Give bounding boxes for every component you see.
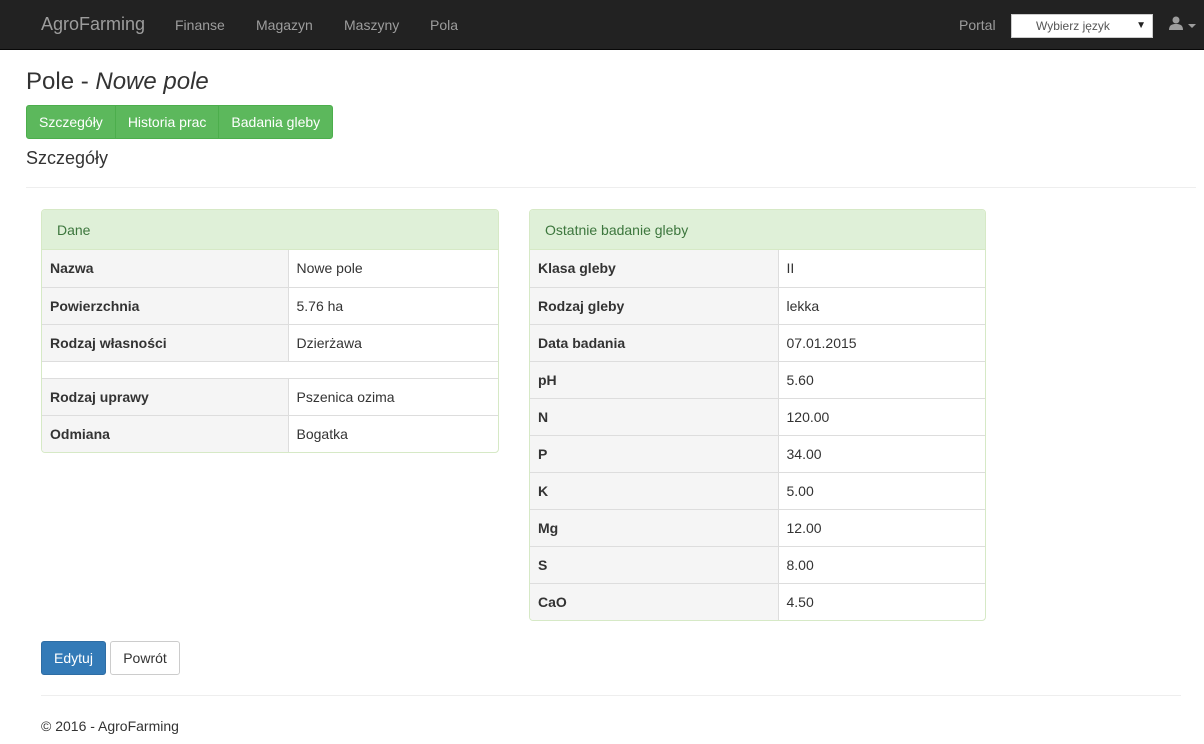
row-value: 4.50 — [778, 582, 985, 620]
details-panel: Dane Nazwa Nowe pole Powierzchnia 5.76 h… — [41, 209, 499, 453]
back-button[interactable]: Powrót — [110, 641, 180, 675]
table-row: Rodzaj własności Dzierżawa — [42, 323, 498, 361]
row-value: 120.00 — [778, 397, 985, 435]
tab-button-group: Szczegóły Historia prac Badania gleby — [26, 105, 334, 139]
nav-finanse[interactable]: Finanse — [175, 16, 225, 34]
row-label: Rodzaj gleby — [530, 286, 779, 324]
language-select[interactable]: Wybierz język ▼ — [1011, 14, 1153, 38]
table-row: Odmiana Bogatka — [42, 414, 498, 452]
navbar: AgroFarming Finanse Magazyn Maszyny Pola… — [0, 0, 1204, 50]
table-spacer-row — [42, 360, 498, 378]
footer-text: © 2016 - AgroFarming — [41, 718, 179, 734]
table-row: Mg 12.00 — [530, 508, 985, 546]
brand-link[interactable]: AgroFarming — [41, 14, 145, 34]
footer-divider — [41, 695, 1181, 696]
row-value: II — [786, 260, 795, 277]
row-label: Klasa gleby — [530, 250, 779, 287]
row-label: Data badania — [530, 323, 779, 361]
row-value: 12.00 — [778, 508, 985, 546]
row-label: CaO — [530, 582, 779, 620]
row-label: Powierzchnia — [42, 286, 289, 324]
table-row: N 120.00 — [530, 397, 985, 435]
user-icon[interactable] — [1168, 15, 1184, 31]
table-row: P 34.00 — [530, 434, 985, 472]
row-value: Nowe pole — [296, 260, 363, 277]
divider — [26, 187, 1196, 188]
row-label: K — [530, 471, 779, 509]
tab-badania-gleby[interactable]: Badania gleby — [218, 105, 334, 139]
nav-maszyny[interactable]: Maszyny — [344, 16, 399, 34]
table-row: Klasa gleby II — [530, 250, 985, 287]
row-label: N — [530, 397, 779, 435]
row-value: Pszenica ozima — [288, 377, 498, 415]
table-row: K 5.00 — [530, 471, 985, 509]
row-value: 34.00 — [778, 434, 985, 472]
table-row: Powierzchnia 5.76 ha — [42, 286, 498, 324]
nav-magazyn[interactable]: Magazyn — [256, 16, 313, 34]
row-value: lekka — [778, 286, 985, 324]
row-value: 8.00 — [778, 545, 985, 583]
soil-panel: Ostatnie badanie gleby Klasa gleby II Rod… — [529, 209, 986, 621]
row-label: Nazwa — [42, 250, 289, 287]
tab-szczegoly[interactable]: Szczegóły — [26, 105, 116, 139]
language-select-value: Wybierz język — [1036, 19, 1110, 33]
row-label: Odmiana — [42, 414, 289, 452]
row-value: 5.76 ha — [288, 286, 498, 324]
tab-historia-prac[interactable]: Historia prac — [114, 105, 220, 139]
table-row: Nazwa Nowe pole — [42, 250, 498, 287]
row-label: Rodzaj własności — [42, 323, 289, 361]
chevron-down-icon: ▼ — [1136, 20, 1146, 31]
row-label: S — [530, 545, 779, 583]
page-title: Pole - Nowe pole — [26, 68, 209, 96]
page-title-name: Nowe pole — [95, 68, 209, 95]
table-row: CaO 4.50 — [530, 582, 985, 620]
row-value: 07.01.2015 — [778, 323, 985, 361]
row-label: Mg — [530, 508, 779, 546]
row-value: Dzierżawa — [288, 323, 498, 361]
soil-panel-heading: Ostatnie badanie gleby — [530, 210, 985, 250]
nav-portal[interactable]: Portal — [959, 16, 996, 34]
row-value: Bogatka — [288, 414, 498, 452]
row-value: 5.60 — [778, 360, 985, 398]
row-label: P — [530, 434, 779, 472]
row-label: pH — [530, 360, 779, 398]
table-row: pH 5.60 — [530, 360, 985, 398]
row-label: Rodzaj uprawy — [42, 377, 289, 415]
section-title: Szczegóły — [26, 148, 109, 168]
table-row: Data badania 07.01.2015 — [530, 323, 985, 361]
page-title-prefix: Pole - — [26, 68, 96, 95]
edit-button[interactable]: Edytuj — [41, 641, 106, 675]
table-row: Rodzaj uprawy Pszenica ozima — [42, 377, 498, 415]
row-value: 5.00 — [778, 471, 985, 509]
user-dropdown-caret-icon[interactable] — [1188, 24, 1196, 28]
soil-table: Klasa gleby II Rodzaj gleby lekka Data bad… — [530, 250, 985, 620]
details-panel-heading: Dane — [42, 210, 498, 250]
nav-pola[interactable]: Pola — [430, 16, 458, 34]
table-row: Rodzaj gleby lekka — [530, 286, 985, 324]
details-table: Nazwa Nowe pole Powierzchnia 5.76 ha Rod… — [42, 250, 498, 452]
table-row: S 8.00 — [530, 545, 985, 583]
